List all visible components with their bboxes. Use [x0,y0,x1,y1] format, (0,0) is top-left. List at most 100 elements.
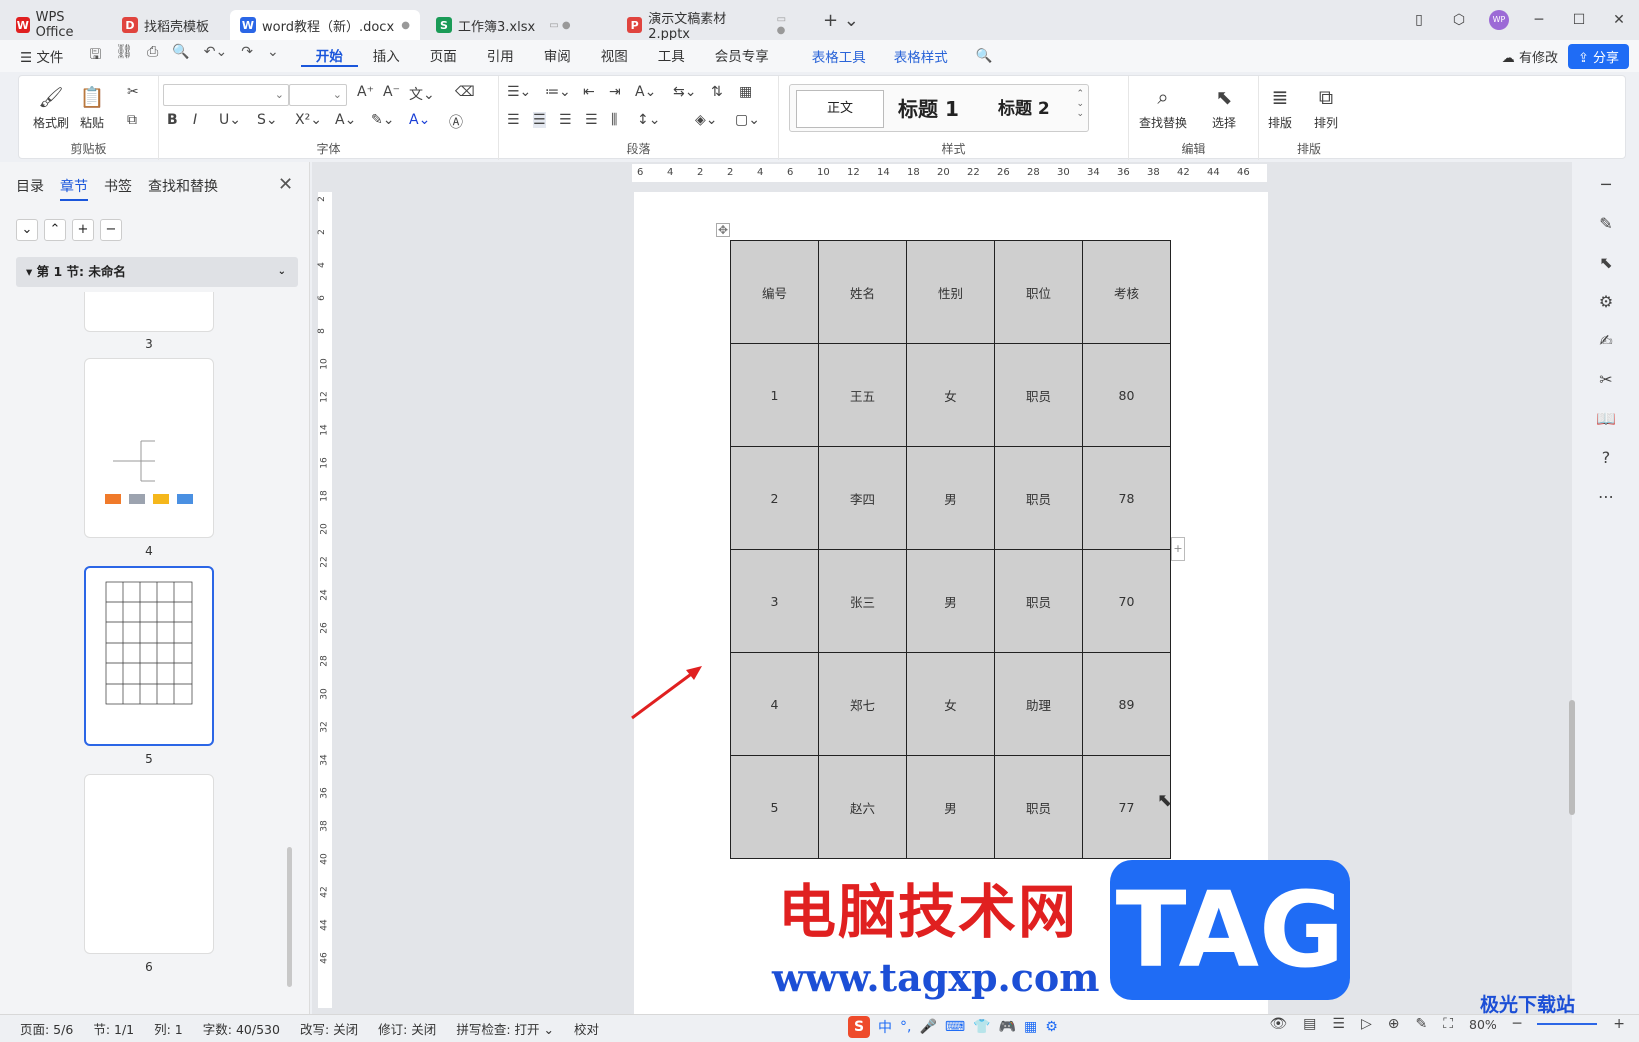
cut-icon[interactable]: ✂ [127,84,139,100]
avatar[interactable]: WP [1489,10,1509,30]
paste-button[interactable]: 📋 粘贴 [79,84,105,131]
table-header-cell[interactable]: 编号 [730,240,819,344]
table-cell[interactable]: 4 [730,652,819,756]
page-thumbnail-selected[interactable] [84,566,214,746]
word-count-status[interactable]: 字数: 40/530 [193,1019,290,1038]
style-normal[interactable]: 正文 [796,90,884,128]
close-icon[interactable]: ✕ [278,174,293,195]
number-list-icon[interactable]: ≔⌄ [545,84,571,100]
search-icon[interactable]: 🔍 [962,48,1007,64]
menu-item[interactable]: 插入 [358,45,415,67]
panel-scrollbar[interactable] [287,847,292,987]
pinyin-icon[interactable]: 文⌄ [409,84,435,104]
page-thumbnail[interactable] [84,292,214,332]
menu-item[interactable]: 开始 [300,45,358,67]
ime-language[interactable]: 中 [878,1017,892,1037]
section-header[interactable]: ▾ 第 1 节: 未命名 ⌄ [16,257,298,287]
select-button[interactable]: ⬉ 选择 [1211,84,1237,131]
align-left-icon[interactable]: ☰ [507,112,520,128]
link-icon[interactable]: ⛓ [115,44,133,68]
table-cell[interactable]: 78 [1082,446,1171,550]
menu-item[interactable]: 页面 [415,45,472,67]
table-header-cell[interactable]: 职位 [994,240,1083,344]
table-cell[interactable]: 职员 [994,446,1083,550]
font-family-select[interactable]: ⌄ [163,84,289,106]
shrink-font-icon[interactable]: A⁻ [383,84,400,100]
table-header-cell[interactable]: 性别 [906,240,995,344]
table-header-cell[interactable]: 考核 [1082,240,1171,344]
sliders-icon[interactable]: ⚙ [1599,292,1613,311]
spellcheck-status[interactable]: 拼写检查: 打开 ⌄ [446,1019,564,1038]
typeset-button[interactable]: ≣ 排版 [1267,84,1293,131]
eye-icon[interactable]: 👁 [1269,1016,1287,1032]
monitor-icon[interactable]: ▭ ● [549,20,570,31]
page-status[interactable]: 页面: 5/6 [0,1019,83,1038]
find-replace-button[interactable]: ⌕ 查找替换 [1139,84,1187,131]
keyboard-icon[interactable]: ⌨ [945,1019,965,1035]
web-view-icon[interactable]: ⊕ [1388,1016,1400,1032]
collapse-icon[interactable]: ⌄ [16,219,38,241]
text-effect-icon[interactable]: A⌄ [335,112,356,128]
table-cell[interactable]: 80 [1082,343,1171,447]
minimize-icon[interactable]: ─ [1519,12,1559,28]
font-size-select[interactable]: ⌄ [289,84,347,106]
zoom-level[interactable]: 80% [1469,1017,1497,1032]
style-scroll-icon[interactable]: ⌃ ⌄ ⌄ [1076,89,1084,119]
nav-tab[interactable]: 目录 [16,176,44,201]
align-center-icon[interactable]: ☰ [533,112,546,128]
file-menu[interactable]: ☰ 文件 [0,46,77,66]
pen-view-icon[interactable]: ✎ [1415,1016,1427,1032]
pointer-icon[interactable]: ⬉ [1599,253,1612,272]
game-icon[interactable]: 🎮 [999,1019,1016,1035]
convert-icon[interactable]: ⇆⌄ [673,84,696,100]
align-right-icon[interactable]: ☰ [559,112,572,128]
distribute-icon[interactable]: ⫼ [611,112,617,128]
line-spacing-icon[interactable]: ↕⌄ [637,112,660,128]
skin-icon[interactable]: 👕 [973,1019,990,1035]
save-icon[interactable]: 🖫 [89,44,101,68]
pen-icon[interactable]: ✎ [1599,214,1612,233]
table-cell[interactable]: 5 [730,755,819,859]
bullet-list-icon[interactable]: ☰⌄ [507,84,531,100]
vertical-ruler[interactable]: 2 2 4 6 8 10 12 14 16 18 20 22 24 26 28 30 32 34 36 38 40 42 4… [317,192,332,1008]
table-cell[interactable]: 男 [906,446,995,550]
close-icon[interactable]: ✕ [1599,12,1639,28]
outdent-icon[interactable]: ⇤ [583,84,595,100]
new-tab-button[interactable]: + ⌄ [823,10,859,31]
grow-font-icon[interactable]: A⁺ [357,84,374,100]
table-cell[interactable]: 89 [1082,652,1171,756]
table-cell[interactable]: 赵六 [818,755,907,859]
table-cell[interactable]: 职员 [994,755,1083,859]
table-cell[interactable]: 男 [906,549,995,653]
style-heading1[interactable]: 标题 1 [898,91,959,127]
apps-icon[interactable]: ▦ [1024,1019,1037,1035]
table-cell[interactable]: 职员 [994,549,1083,653]
proofread-status[interactable]: 校对 [564,1019,609,1038]
underline-icon[interactable]: U⌄ [219,112,241,128]
nav-tab[interactable]: 查找和替换 [148,176,218,201]
shading-icon[interactable]: ◈⌄ [695,112,718,128]
char-shading-icon[interactable]: Ⓐ [449,112,463,132]
justify-icon[interactable]: ☰ [585,112,598,128]
page-view-icon[interactable]: ▤ [1303,1016,1316,1032]
move-table-icon[interactable]: ✥ [716,223,730,237]
tab-3[interactable]: S 工作簿3.xlsx ▭ ● [426,10,611,40]
revision-status[interactable]: 修订: 关闭 [368,1019,446,1038]
format-painter-button[interactable]: 🖌 格式刷 [33,84,69,131]
table-header-cell[interactable]: 姓名 [818,240,907,344]
layout-icon[interactable]: ▯ [1399,12,1439,28]
arrange-button[interactable]: ⧉ 排列 [1313,84,1339,131]
document-scrollbar[interactable] [1569,700,1575,815]
table-icon[interactable]: ▦ [739,84,752,100]
table-menu-item[interactable]: 表格工具 [798,46,880,66]
add-column-button[interactable]: + [1171,537,1185,561]
mic-icon[interactable]: 🎤 [919,1019,936,1035]
nav-tab[interactable]: 章节 [60,176,88,201]
table-cell[interactable]: 李四 [818,446,907,550]
more-icon[interactable]: ⌄ [267,44,279,68]
play-icon[interactable]: ▷ [1361,1016,1372,1032]
menu-item[interactable]: 审阅 [529,45,586,67]
tab-4[interactable]: P 演示文稿素材2.pptx ▭ ● [617,10,807,42]
expand-icon[interactable]: ⌃ [44,219,66,241]
table-cell[interactable]: 女 [906,343,995,447]
